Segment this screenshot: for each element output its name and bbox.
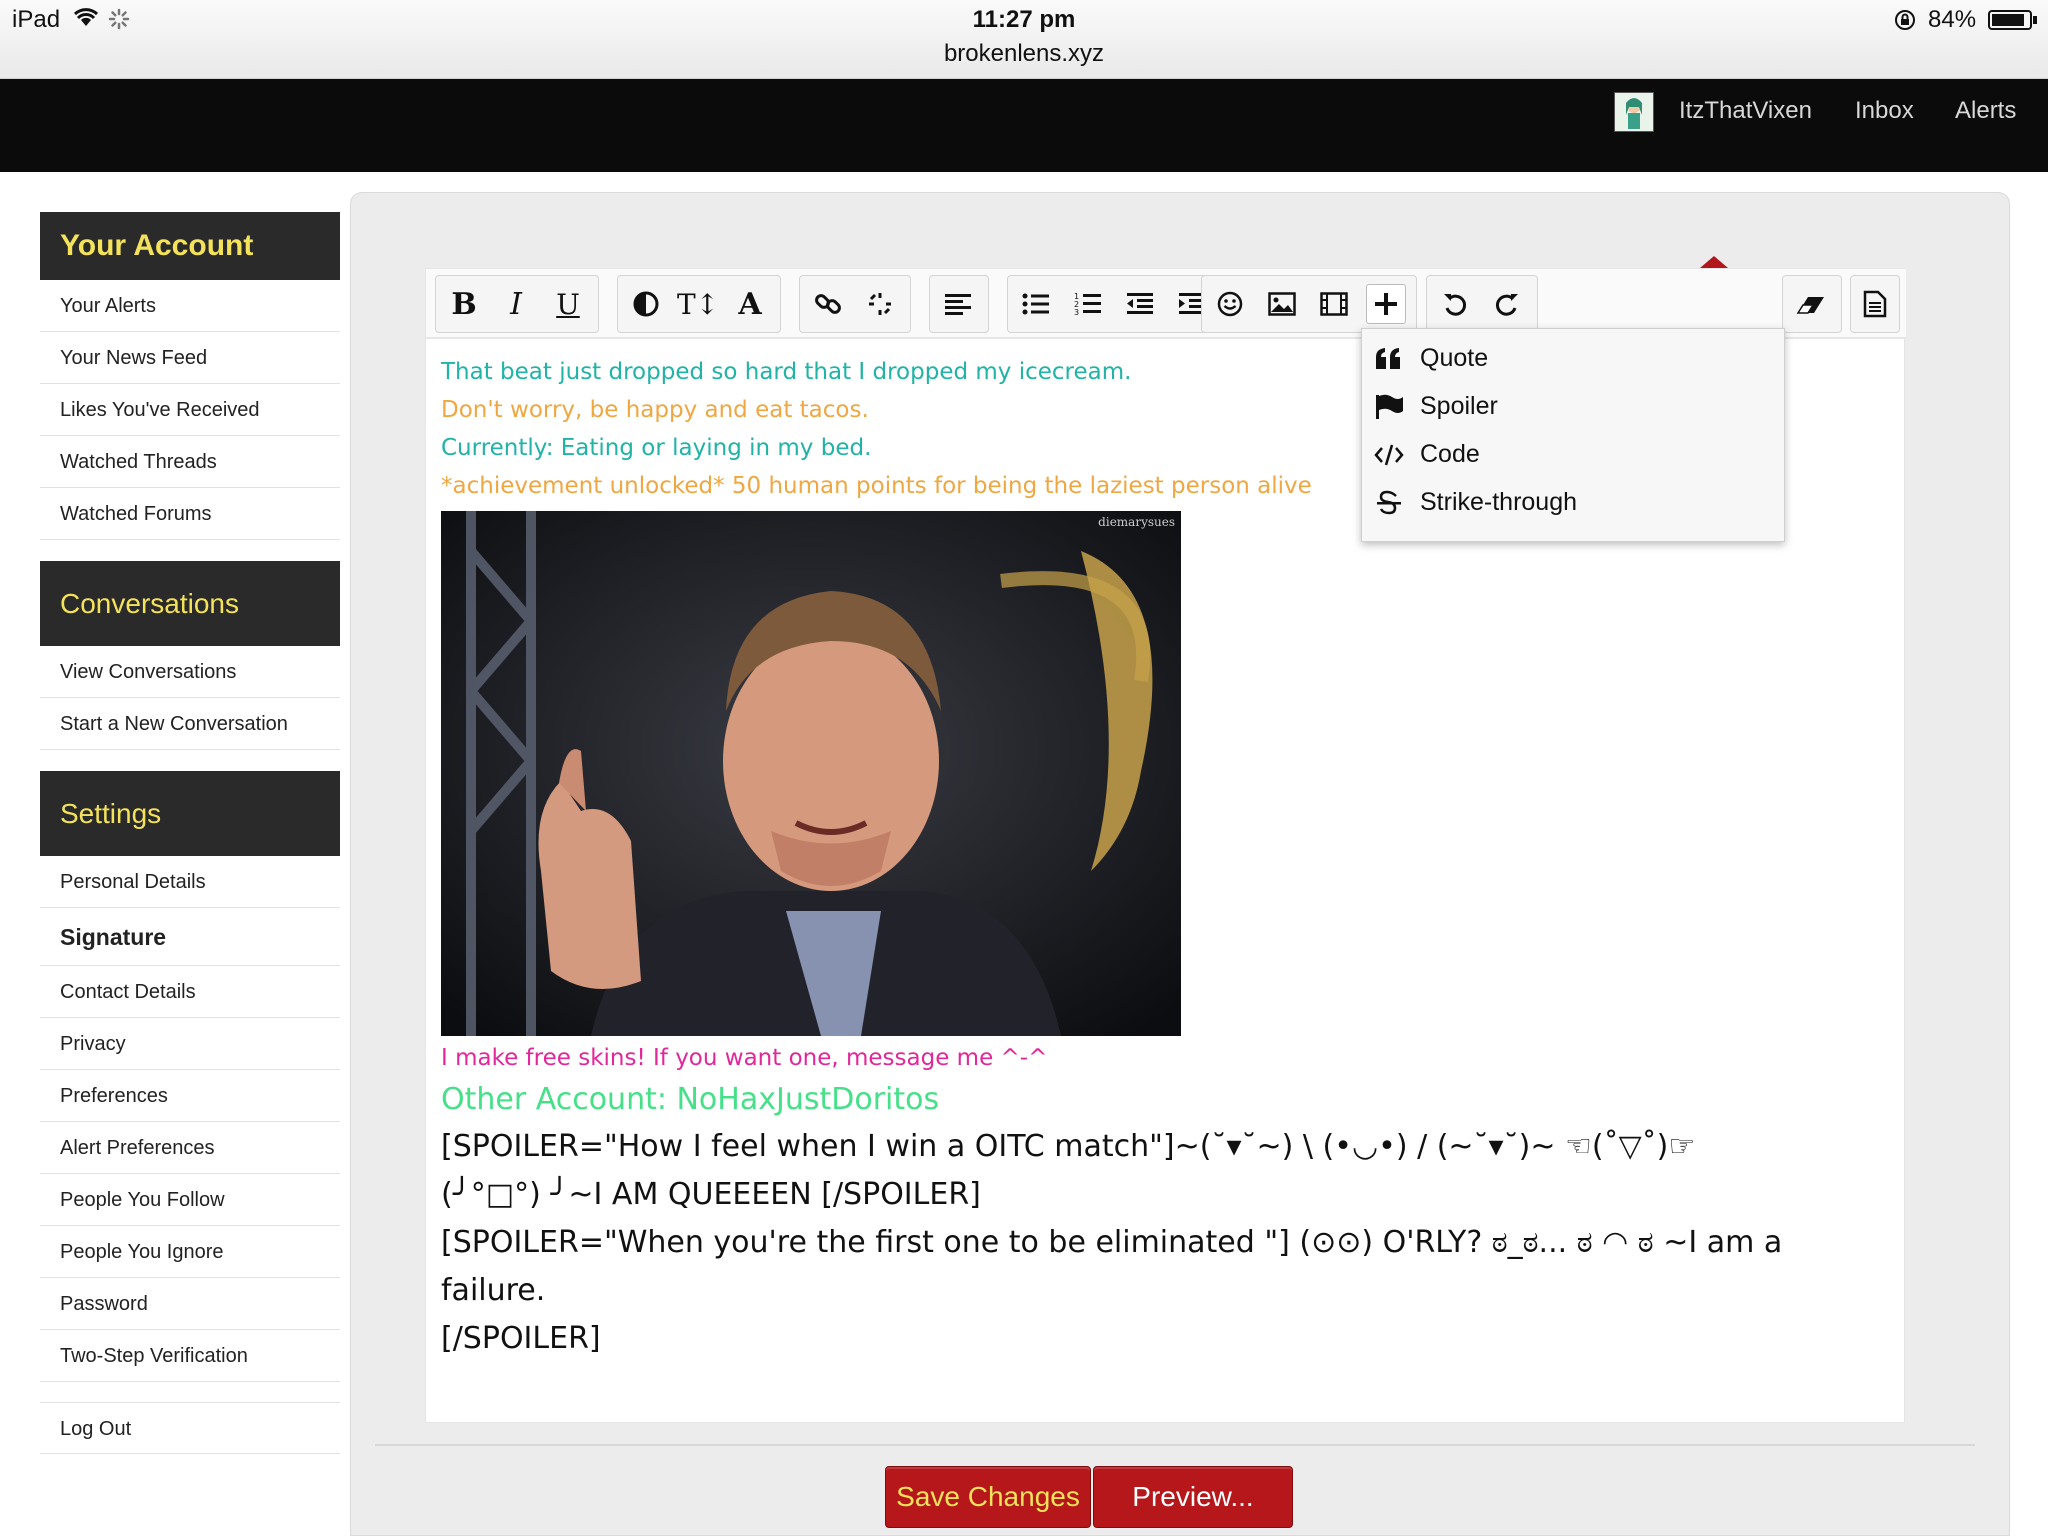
sidebar-item-watched-forums[interactable]: Watched Forums	[40, 488, 340, 540]
toolbar-group-lists: 123	[1007, 275, 1223, 333]
sidebar-item-alert-preferences[interactable]: Alert Preferences	[40, 1122, 340, 1174]
unlink-icon[interactable]	[860, 284, 900, 324]
ios-status-bar: iPad 11:27 pm brokenlens.xyz 84%	[0, 0, 2048, 79]
gif-watermark: diemarysues	[1098, 515, 1175, 529]
sidebar-item-likes-received[interactable]: Likes You've Received	[40, 384, 340, 436]
signature-line: Other Account: NoHaxJustDoritos	[441, 1082, 940, 1117]
bbcode-line: [SPOILER="When you're the first one to b…	[441, 1225, 1783, 1260]
sidebar-item-log-out[interactable]: Log Out	[40, 1402, 340, 1454]
underline-icon[interactable]: U	[548, 284, 588, 324]
redo-icon[interactable]	[1487, 284, 1527, 324]
media-icon[interactable]	[1314, 284, 1354, 324]
bbcode-line: (╯°□°) ╯~I AM QUEEEEN [/SPOILER]	[441, 1177, 981, 1212]
signature-lower-content: I make free skins! If you want one, mess…	[441, 1039, 1891, 1363]
quote-icon	[1374, 345, 1406, 373]
sidebar-item-contact-details[interactable]: Contact Details	[40, 966, 340, 1018]
toolbar-group-links	[799, 275, 911, 333]
bbcode-line: [SPOILER="How I feel when I win a OITC m…	[441, 1129, 1696, 1164]
sidebar-item-two-step-verification[interactable]: Two-Step Verification	[40, 1330, 340, 1382]
toolbar-group-source	[1850, 275, 1900, 333]
preview-button[interactable]: Preview...	[1093, 1466, 1293, 1528]
bbcode-line: failure.	[441, 1273, 546, 1308]
menu-item-strike-through[interactable]: Strike-through	[1362, 479, 1782, 527]
link-icon[interactable]	[808, 284, 848, 324]
signature-gif-image: diemarysues	[441, 511, 1181, 1036]
font-icon[interactable]: A	[730, 284, 770, 324]
menu-item-quote[interactable]: Quote	[1362, 335, 1782, 383]
sidebar-item-your-alerts[interactable]: Your Alerts	[40, 280, 340, 332]
eraser-icon[interactable]	[1791, 284, 1831, 324]
toolbar-group-clear	[1782, 275, 1842, 333]
signature-line: I make free skins! If you want one, mess…	[441, 1045, 1048, 1071]
sidebar-item-people-you-follow[interactable]: People You Follow	[40, 1174, 340, 1226]
text-size-icon[interactable]: T↕	[677, 284, 719, 324]
toolbar-group-history	[1426, 275, 1538, 333]
sidebar-item-privacy[interactable]: Privacy	[40, 1018, 340, 1070]
plus-icon[interactable]	[1366, 284, 1406, 324]
toolbar-group-insert	[1201, 275, 1417, 333]
inbox-link[interactable]: Inbox	[1855, 97, 1914, 125]
sidebar-item-personal-details[interactable]: Personal Details	[40, 856, 340, 908]
address-bar-url[interactable]: brokenlens.xyz	[0, 40, 2048, 68]
sidebar-item-people-you-ignore[interactable]: People You Ignore	[40, 1226, 340, 1278]
bold-icon[interactable]: B	[444, 284, 484, 324]
svg-text:3: 3	[1074, 308, 1079, 317]
code-icon	[1374, 441, 1406, 469]
battery-icon	[1988, 10, 2037, 30]
rotation-lock-icon	[1893, 8, 1917, 37]
bbcode-line: [/SPOILER]	[441, 1321, 601, 1356]
sidebar-item-news-feed[interactable]: Your News Feed	[40, 332, 340, 384]
form-divider	[375, 1444, 1975, 1446]
user-avatar[interactable]	[1614, 92, 1654, 132]
toolbar-group-text-style: B I U	[435, 275, 599, 333]
align-left-icon[interactable]	[938, 284, 978, 324]
sidebar-item-preferences[interactable]: Preferences	[40, 1070, 340, 1122]
insert-dropdown-menu: Quote Spoiler Code Strike-through	[1361, 328, 1785, 542]
alerts-link[interactable]: Alerts	[1955, 97, 2016, 125]
battery-percent: 84%	[1928, 6, 1977, 33]
strikethrough-icon	[1374, 489, 1406, 517]
clock: 11:27 pm	[972, 6, 1076, 33]
toolbar-group-font: T↕ A	[617, 275, 781, 333]
sidebar-item-watched-threads[interactable]: Watched Threads	[40, 436, 340, 488]
numbered-list-icon[interactable]: 123	[1068, 284, 1108, 324]
top-navigation: ItzThatVixen Inbox Alerts	[0, 79, 2048, 172]
undo-icon[interactable]	[1435, 284, 1475, 324]
toolbar-group-align	[929, 275, 989, 333]
your-account-heading[interactable]: Your Account	[40, 212, 340, 280]
save-changes-button[interactable]: Save Changes	[885, 1466, 1091, 1528]
username-link[interactable]: ItzThatVixen	[1679, 97, 1812, 125]
image-icon[interactable]	[1262, 284, 1302, 324]
source-icon[interactable]	[1855, 284, 1895, 324]
settings-heading: Settings	[40, 771, 340, 857]
sidebar-item-start-conversation[interactable]: Start a New Conversation	[40, 698, 340, 750]
bullet-list-icon[interactable]	[1016, 284, 1056, 324]
menu-item-spoiler[interactable]: Spoiler	[1362, 383, 1782, 431]
italic-icon[interactable]: I	[496, 284, 536, 324]
flag-icon	[1374, 393, 1406, 421]
sidebar-item-view-conversations[interactable]: View Conversations	[40, 646, 340, 698]
conversations-heading: Conversations	[40, 561, 340, 647]
sidebar-item-password[interactable]: Password	[40, 1278, 340, 1330]
menu-item-code[interactable]: Code	[1362, 431, 1782, 479]
outdent-icon[interactable]	[1120, 284, 1160, 324]
contrast-icon[interactable]	[626, 284, 666, 324]
sidebar-item-signature[interactable]: Signature	[40, 908, 340, 966]
smiley-icon[interactable]	[1210, 284, 1250, 324]
